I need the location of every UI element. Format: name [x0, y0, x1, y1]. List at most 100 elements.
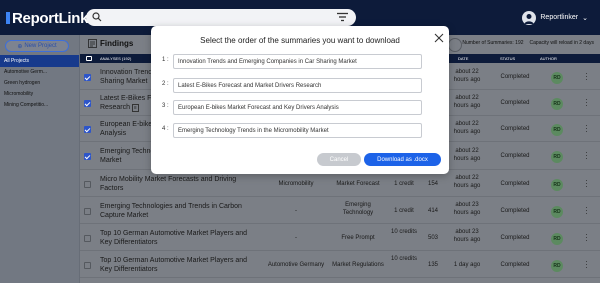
user-menu[interactable]: Reportlinker ⌄: [522, 9, 588, 26]
row-checkbox[interactable]: [84, 74, 91, 81]
plus-icon: ⊕: [17, 43, 23, 50]
select-all-checkbox[interactable]: [86, 56, 92, 61]
sidebar-item-label: All Projects: [4, 58, 30, 64]
download-order-modal: Select the order of the summaries you wa…: [151, 26, 449, 174]
sidebar-item-label: Micromobility: [4, 91, 34, 97]
logo-mark-icon: [6, 12, 10, 24]
more-options-icon[interactable]: · · ·: [585, 122, 588, 136]
row-checkbox[interactable]: [84, 235, 91, 242]
summary-info: Number of Summaries: 192 Capacity will r…: [462, 40, 594, 46]
row-checkbox[interactable]: [84, 126, 91, 133]
column-date[interactable]: DATE: [458, 56, 468, 61]
row-date: 1 day ago: [453, 262, 481, 268]
row-status: Completed: [500, 153, 530, 159]
row-status: Completed: [500, 262, 530, 268]
author-avatar: RD: [551, 98, 563, 110]
row-type: Market Regulations: [332, 262, 384, 268]
order-number: 2 :: [162, 81, 169, 87]
author-avatar: RD: [551, 206, 563, 218]
row-pages: 154: [427, 181, 438, 187]
findings-header: Findings: [88, 39, 133, 48]
row-title[interactable]: Emerging Technologies and Trends in Carb…: [100, 202, 260, 220]
row-checkbox[interactable]: [84, 208, 91, 215]
author-avatar: RD: [551, 124, 563, 136]
close-icon[interactable]: [434, 33, 444, 43]
new-project-label: New Project: [24, 43, 57, 49]
page-title: Findings: [100, 39, 134, 48]
table-row[interactable]: Top 10 German Automotive Market Players …: [80, 225, 600, 251]
row-pages: 503: [427, 235, 438, 241]
row-title[interactable]: Micro Mobility Market Forecasts and Driv…: [100, 175, 260, 193]
order-select-4[interactable]: Emerging Technology Trends in the Microm…: [173, 123, 422, 138]
order-number: 3 :: [162, 103, 169, 109]
row-date: about 22 hours ago: [453, 148, 481, 162]
capacity-info: Capacity will reload in 2 days: [529, 40, 594, 46]
row-checkbox[interactable]: [84, 181, 91, 188]
column-analyses[interactable]: ANALYSES (192): [100, 56, 131, 61]
row-status: Completed: [500, 126, 530, 132]
sidebar-item-label: Mining Competitio...: [4, 102, 49, 108]
table-row[interactable]: Micro Mobility Market Forecasts and Driv…: [80, 171, 600, 197]
row-project: -: [295, 208, 297, 214]
row-checkbox[interactable]: [84, 153, 91, 160]
document-icon: ≡: [131, 104, 139, 113]
row-pages: 135: [427, 262, 438, 268]
row-credits: 10 credits: [390, 229, 417, 235]
row-checkbox[interactable]: [84, 100, 91, 107]
row-title[interactable]: Top 10 German Automotive Market Players …: [100, 256, 260, 274]
user-name: Reportlinker: [540, 14, 579, 21]
filter-icon[interactable]: [337, 12, 348, 22]
more-options-icon[interactable]: · · ·: [585, 149, 588, 163]
more-options-icon[interactable]: · · ·: [585, 96, 588, 110]
row-pages: 414: [427, 208, 438, 214]
search-icon: [92, 12, 102, 22]
more-options-icon[interactable]: · · ·: [585, 204, 588, 218]
table-row[interactable]: Emerging Technologies and Trends in Carb…: [80, 198, 600, 224]
new-project-button[interactable]: ⊕ New Project: [5, 40, 69, 52]
modal-title: Select the order of the summaries you wa…: [200, 36, 400, 45]
row-project: -: [295, 235, 297, 241]
refresh-button[interactable]: [448, 38, 462, 52]
row-date: about 22 hours ago: [453, 69, 481, 83]
author-avatar: RD: [551, 179, 563, 191]
author-avatar: RD: [551, 233, 563, 245]
download-docx-button[interactable]: Download as .docx: [364, 153, 441, 166]
sidebar-item-label: Automotive Germ...: [4, 69, 48, 75]
row-status: Completed: [500, 181, 530, 187]
summaries-count: Number of Summaries: 192: [462, 40, 524, 46]
row-status: Completed: [500, 74, 530, 80]
chevron-down-icon: ⌄: [582, 14, 588, 22]
row-date: about 22 hours ago: [453, 121, 481, 135]
row-checkbox[interactable]: [84, 262, 91, 269]
more-options-icon[interactable]: · · ·: [585, 231, 588, 245]
row-type: Market Forecast: [336, 181, 380, 187]
column-author[interactable]: AUTHOR: [540, 56, 557, 61]
row-credits: 1 credit: [394, 181, 414, 187]
row-title[interactable]: Top 10 German Automotive Market Players …: [100, 229, 260, 247]
order-select-1[interactable]: Innovation Trends and Emerging Companies…: [173, 54, 422, 69]
order-select-2[interactable]: Latest E-Bikes Forecast and Market Drive…: [173, 78, 422, 93]
row-credits: 10 credits: [390, 256, 417, 262]
more-options-icon[interactable]: · · ·: [585, 258, 588, 272]
more-options-icon[interactable]: · · ·: [585, 177, 588, 191]
row-type: Free Prompt: [341, 235, 375, 241]
row-type: Emerging Technology: [342, 202, 374, 216]
more-options-icon[interactable]: · · ·: [585, 70, 588, 84]
sidebar-item-mining-competition[interactable]: Mining Competitio...: [0, 99, 79, 111]
row-date: about 22 hours ago: [453, 95, 481, 109]
row-date: about 23 hours ago: [453, 229, 481, 243]
row-project: Micromobility: [278, 181, 314, 187]
order-number: 4 :: [162, 126, 169, 132]
cancel-button[interactable]: Cancel: [317, 153, 361, 166]
sidebar-item-label: Green hydrogen: [4, 80, 41, 86]
column-status[interactable]: STATUS: [500, 56, 515, 61]
sidebar: ⊕ New Project All Projects Automotive Ger…: [0, 35, 80, 283]
table-row[interactable]: Top 10 German Automotive Market Players …: [80, 252, 600, 278]
order-select-3[interactable]: European E-bikes Market Forecast and Key…: [173, 100, 422, 115]
row-status: Completed: [500, 100, 530, 106]
row-project: Automotive Germany: [267, 262, 325, 268]
row-credits: 1 credit: [394, 208, 414, 214]
row-date: about 23 hours ago: [453, 202, 481, 216]
avatar-icon: [522, 10, 537, 25]
search-bar[interactable]: [86, 9, 356, 26]
